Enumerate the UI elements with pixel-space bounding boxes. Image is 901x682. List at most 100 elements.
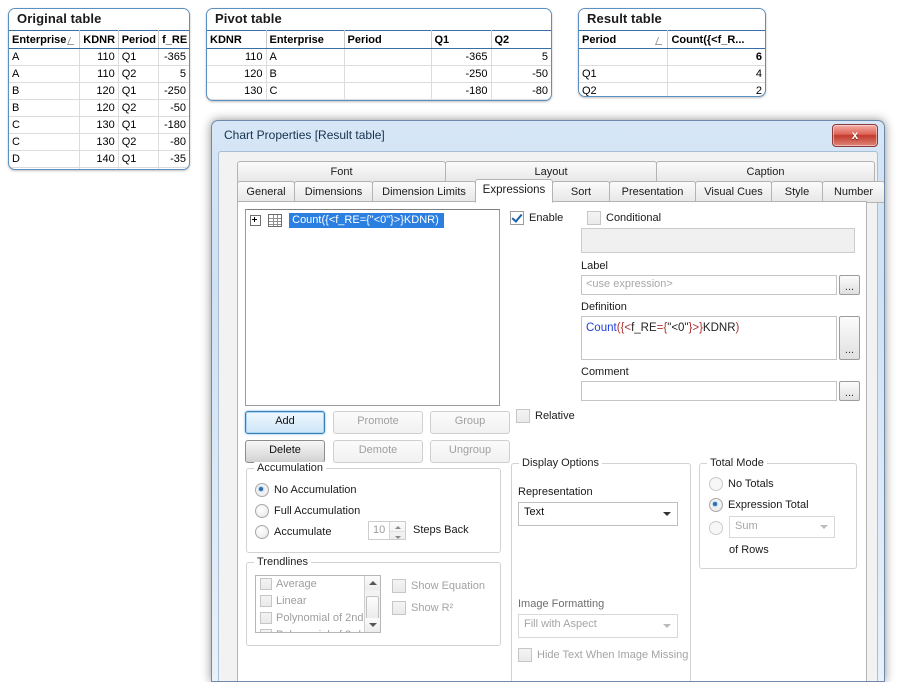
cell-kdnr[interactable]: 110 (207, 48, 267, 66)
accumulate-radio-row[interactable]: Accumulate (255, 525, 331, 539)
cell-kdnr[interactable]: 120 (79, 99, 119, 117)
stepper-up-icon[interactable] (390, 522, 405, 531)
tab-presentation[interactable]: Presentation (609, 181, 696, 203)
cell-q2[interactable]: 5 (491, 48, 551, 66)
cell-period[interactable] (344, 99, 432, 100)
cell-fre[interactable]: -180 (158, 116, 189, 134)
cell-period[interactable]: Q1 (118, 150, 160, 168)
cell-fre[interactable]: -365 (158, 48, 189, 66)
tab-sort[interactable]: Sort (552, 181, 610, 203)
steps-back-stepper[interactable]: 10 (368, 521, 406, 540)
definition-ellipsis-button[interactable]: ... (839, 316, 860, 360)
col-header-q2[interactable]: Q2 (491, 30, 551, 49)
tab-font[interactable]: Font (237, 161, 446, 183)
cell-fre[interactable]: -80 (158, 133, 189, 151)
aggregation-radio-row[interactable] (709, 521, 728, 535)
table-row[interactable]: C 130 Q1 -180 (9, 116, 189, 134)
accumulate-radio[interactable] (255, 525, 269, 539)
cell-fre[interactable]: -50 (158, 99, 189, 117)
cell-period[interactable]: Q2 (579, 82, 669, 96)
cell-enterprise[interactable]: A (266, 48, 345, 66)
tab-dimension-limits[interactable]: Dimension Limits (372, 181, 476, 203)
cell-enterprise[interactable]: B (9, 99, 81, 117)
trendline-checkbox[interactable] (260, 595, 272, 608)
demote-button[interactable]: Demote (333, 440, 423, 463)
list-item[interactable]: Average (256, 576, 380, 593)
tab-general[interactable]: General (237, 181, 295, 203)
col-header-period[interactable]: Period (118, 30, 160, 49)
cell-kdnr[interactable]: 130 (79, 133, 119, 151)
promote-button[interactable]: Promote (333, 411, 423, 434)
result-table-object[interactable]: Result table Period Count({<f_R... 6 Q1 4… (578, 8, 766, 97)
table-row[interactable]: 110 A -365 5 (207, 48, 551, 66)
add-button[interactable]: Add (245, 411, 325, 434)
trendline-checkbox[interactable] (260, 629, 272, 632)
group-button[interactable]: Group (430, 411, 510, 434)
trendline-checkbox[interactable] (260, 578, 272, 591)
col-header-period[interactable]: Period (344, 30, 432, 49)
cell-kdnr[interactable]: 130 (79, 116, 119, 134)
col-header-count-expr[interactable]: Count({<f_R... (667, 30, 765, 49)
cell-enterprise[interactable]: D (266, 99, 345, 100)
cell-q1[interactable]: -180 (431, 82, 492, 100)
cell-period[interactable] (344, 48, 432, 66)
expression-total-radio[interactable] (709, 498, 723, 512)
close-button[interactable]: x (832, 124, 878, 147)
table-row[interactable]: 6 (579, 48, 765, 66)
comment-ellipsis-button[interactable]: ... (839, 381, 860, 401)
table-row[interactable]: D 140 Q1 -35 (9, 150, 189, 168)
no-totals-radio[interactable] (709, 477, 723, 491)
table-row[interactable]: 130 C -180 -80 (207, 82, 551, 100)
tab-style[interactable]: Style (771, 181, 823, 203)
stepper-buttons[interactable] (389, 522, 405, 539)
col-header-enterprise[interactable]: Enterprise (9, 30, 81, 49)
cell-period[interactable] (579, 48, 669, 66)
table-row[interactable]: Q1 4 (579, 65, 765, 83)
cell-enterprise[interactable]: D (9, 167, 81, 169)
cell-q1[interactable]: -35 (431, 99, 492, 100)
cell-period[interactable]: Q1 (118, 116, 160, 134)
cell-kdnr[interactable]: 110 (79, 48, 119, 66)
no-accumulation-radio[interactable] (255, 483, 269, 497)
cell-kdnr[interactable]: 140 (79, 150, 119, 168)
chart-properties-dialog[interactable]: Chart Properties [Result table] x Font L… (211, 120, 885, 682)
relative-checkbox-row[interactable]: Relative (516, 409, 575, 423)
cell-enterprise[interactable]: B (266, 65, 345, 83)
conditional-input[interactable] (581, 228, 855, 253)
table-row[interactable]: Q2 2 (579, 82, 765, 96)
table-row[interactable]: B 120 Q1 -250 (9, 82, 189, 100)
delete-button[interactable]: Delete (245, 440, 325, 463)
cell-kdnr[interactable]: 140 (79, 167, 119, 169)
trendlines-listbox[interactable]: Average Linear Polynomial of 2nd d Polyn… (255, 575, 381, 633)
cell-period[interactable]: Q2 (118, 65, 160, 83)
table-row[interactable]: A 110 Q1 -365 (9, 48, 189, 66)
steps-back-value[interactable]: 10 (373, 524, 385, 536)
hide-text-row[interactable]: Hide Text When Image Missing (518, 648, 688, 662)
enable-checkbox[interactable] (510, 211, 524, 225)
expression-total-radio-row[interactable]: Expression Total (709, 498, 809, 512)
cell-q2[interactable]: 25 (491, 99, 551, 100)
label-input[interactable]: <use expression> (581, 275, 837, 295)
col-header-period[interactable]: Period (579, 30, 669, 49)
show-equation-row[interactable]: Show Equation (392, 579, 485, 593)
show-equation-checkbox[interactable] (392, 579, 406, 593)
list-item[interactable]: Polynomial of 3rd d (256, 627, 380, 632)
cell-period[interactable]: Q1 (118, 82, 160, 100)
definition-input[interactable]: Count({<f_RE={"<0"}>}KDNR) (581, 316, 837, 360)
cell-enterprise[interactable]: A (9, 65, 81, 83)
trendline-checkbox[interactable] (260, 612, 272, 625)
tab-dimensions[interactable]: Dimensions (294, 181, 373, 203)
cell-kdnr[interactable]: 120 (207, 65, 267, 83)
show-r2-row[interactable]: Show R² (392, 601, 453, 615)
full-accumulation-radio[interactable] (255, 504, 269, 518)
cell-fre[interactable]: 25 (158, 167, 189, 169)
table-row[interactable]: 140D -3525 (207, 99, 551, 100)
full-accumulation-radio-row[interactable]: Full Accumulation (255, 504, 360, 518)
no-accumulation-radio-row[interactable]: No Accumulation (255, 483, 357, 497)
cell-period[interactable]: Q2 (118, 167, 160, 169)
cell-fre[interactable]: -35 (158, 150, 189, 168)
stepper-down-icon[interactable] (390, 530, 405, 541)
pivot-table-object[interactable]: Pivot table KDNR Enterprise Period Q1 Q2… (206, 8, 552, 101)
cell-q1[interactable]: -365 (431, 48, 492, 66)
table-row[interactable]: C 130 Q2 -80 (9, 133, 189, 151)
